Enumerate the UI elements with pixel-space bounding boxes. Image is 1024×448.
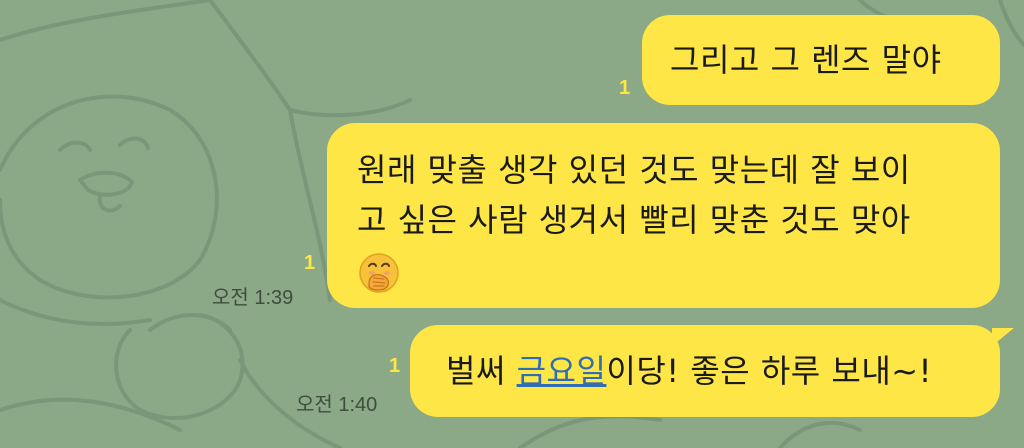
message-timestamp: 오전 1:40 [296,394,378,416]
unread-count: 1 [389,355,401,377]
unread-count: 1 [619,77,631,99]
message-bubble[interactable]: 벌써 금요일이당! 좋은 하루 보내~! [410,325,1000,417]
date-link[interactable]: 금요일 [517,352,607,390]
message-timestamp: 오전 1:39 [212,287,294,309]
message-text-suffix: 이당! 좋은 하루 보내~! [606,352,932,390]
bubble-tail [992,328,1014,346]
message-text-prefix: 벌써 [446,352,517,390]
message-bubble[interactable]: 그리고 그 렌즈 말야 [642,15,1000,105]
message-bubble[interactable]: 원래 맞출 생각 있던 것도 맞는데 잘 보이 고 싶은 사람 생겨서 빨리 맞… [327,123,1000,308]
message-text-line: 고 싶은 사람 생겨서 빨리 맞춘 것도 맞아 [357,201,911,239]
emoji-line [357,245,972,295]
face-with-hand-over-mouth-icon [359,253,399,293]
message-text-line: 원래 맞출 생각 있던 것도 맞는데 잘 보이 [357,151,911,189]
message-text: 그리고 그 렌즈 말야 [670,41,942,79]
message-text: 벌써 금요일이당! 좋은 하루 보내~! [446,346,1000,396]
unread-count: 1 [304,252,316,274]
